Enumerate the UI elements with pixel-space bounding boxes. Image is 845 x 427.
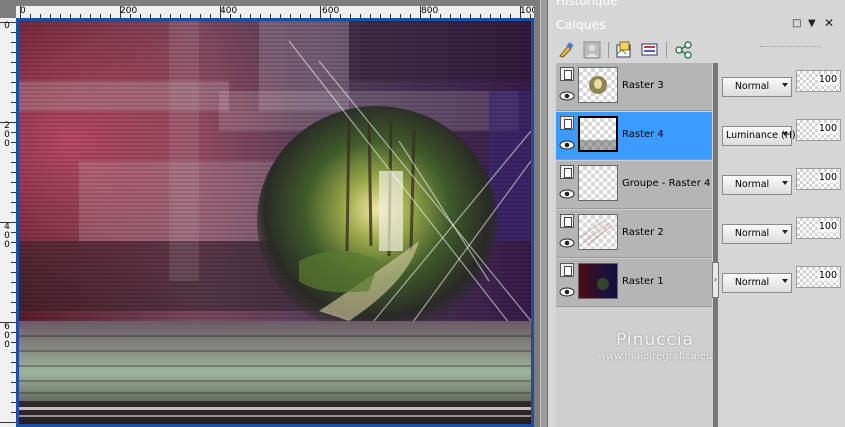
layer-thumbnail: [578, 67, 618, 103]
layer-name[interactable]: Raster 1: [622, 276, 664, 287]
blend-mode-value: Normal: [734, 179, 770, 190]
layer-props-raster-2: Normal 100: [719, 210, 845, 258]
layer-lock-icon[interactable]: [560, 263, 574, 277]
opacity-value: 100: [817, 123, 838, 134]
layer-props-raster-3: Normal 100: [719, 63, 845, 111]
dropdown-arrow-icon: [782, 132, 788, 136]
layer-row-raster-4[interactable]: Raster 4: [556, 112, 712, 160]
ruler-label: 2 0 0: [4, 121, 10, 149]
layer-row-groupe-raster-4[interactable]: Groupe - Raster 4: [556, 161, 712, 209]
dropdown-arrow-icon: [782, 230, 788, 234]
blend-mode-value: Normal: [734, 277, 770, 288]
watermark: Pinuccia www.maidiregrafica.eu: [565, 330, 755, 370]
blend-mode-dropdown[interactable]: Normal: [722, 175, 792, 195]
layer-props-raster-1: Normal 100: [719, 259, 845, 307]
layer-name[interactable]: Raster 3: [622, 80, 664, 91]
opacity-value: 100: [817, 74, 838, 85]
panel-splitter[interactable]: [540, 0, 548, 427]
layer-row-raster-1[interactable]: Raster 1: [556, 259, 712, 307]
ruler-label: 0: [4, 21, 10, 31]
layer-lock-icon[interactable]: [560, 165, 574, 179]
blend-mode-dropdown[interactable]: Normal: [722, 224, 792, 244]
blend-mode-dropdown[interactable]: Normal: [722, 273, 792, 293]
dropdown-arrow-icon: [782, 83, 788, 87]
layer-lock-icon[interactable]: [560, 214, 574, 228]
paint-brush-icon[interactable]: [556, 40, 576, 60]
mask-icon[interactable]: [582, 40, 602, 60]
ruler-label: 400: [220, 6, 238, 16]
layer-thumbnail: [578, 165, 618, 201]
layer-name[interactable]: Groupe - Raster 4: [622, 178, 710, 189]
ruler-tick: [0, 222, 16, 223]
ruler-tick: [220, 6, 221, 18]
ruler-label: 200: [120, 6, 138, 16]
opacity-field[interactable]: 100: [796, 119, 841, 141]
layer-props-groupe-raster-4: Normal 100: [719, 161, 845, 209]
ruler-tick: [0, 422, 16, 423]
link-icon[interactable]: [674, 40, 694, 60]
image-canvas[interactable]: [19, 21, 531, 424]
ruler-tick: [120, 6, 121, 18]
vertical-ruler: 0 2 0 0 4 0 0 6 0 0: [0, 18, 17, 427]
eye-icon[interactable]: [559, 188, 575, 200]
layer-list-scrollbar[interactable]: [713, 63, 718, 427]
palette-header: Calques □ ▼ ✕: [548, 14, 845, 36]
opacity-field[interactable]: 100: [796, 266, 841, 288]
opacity-value: 100: [817, 270, 838, 281]
opacity-value: 100: [817, 221, 838, 232]
layer-list: Raster 3 Raster 4 Groupe - Raster 4 Rast…: [556, 63, 713, 427]
layer-lock-icon[interactable]: [560, 116, 574, 130]
ruler-label: 6 0 0: [4, 322, 10, 350]
toolbar-divider: [666, 42, 667, 58]
ruler-tick: [0, 122, 16, 123]
ruler-tick: [0, 322, 16, 323]
layer-row-raster-3[interactable]: Raster 3: [556, 63, 712, 111]
eye-icon[interactable]: [559, 286, 575, 298]
palette-title: Calques: [556, 17, 606, 32]
toolbar-divider: [608, 42, 609, 58]
dropdown-arrow-icon: [782, 181, 788, 185]
watermark-name: Pinuccia: [616, 330, 694, 350]
layer-props-raster-4: Luminance (H) 100: [719, 112, 845, 160]
blend-mode-dropdown[interactable]: Luminance (H): [722, 126, 796, 146]
layer-name[interactable]: Raster 4: [622, 129, 664, 140]
blend-mode-value: Normal: [734, 228, 770, 239]
layers-toolbar: [548, 38, 845, 62]
eye-icon[interactable]: [559, 90, 575, 102]
toolbar-grip: [760, 46, 820, 51]
artwork-image: [19, 21, 531, 424]
ruler-tick: [420, 6, 421, 18]
dropdown-arrow-icon: [782, 279, 788, 283]
ruler-label: 4 0 0: [4, 222, 10, 250]
layer-properties-icon[interactable]: [640, 40, 660, 60]
layer-thumbnail: [578, 214, 618, 250]
pin-icon[interactable]: □: [792, 18, 801, 29]
layer-properties-column: Normal 100 Luminance (H) 100 Normal 100 …: [719, 63, 845, 427]
layer-thumbnail: [578, 263, 618, 299]
ruler-label: 100: [520, 6, 534, 16]
ruler-tick: [20, 6, 21, 18]
opacity-field[interactable]: 100: [796, 70, 841, 92]
layer-thumbnail: [578, 116, 618, 152]
opacity-field[interactable]: 100: [796, 217, 841, 239]
canvas-workspace: 0 200 400 600 800 100 0 2 0 0 4 0 0 6 0 …: [0, 0, 540, 427]
ruler-tick: [0, 22, 16, 23]
ruler-tick: [320, 6, 321, 18]
history-tab-title[interactable]: Historique: [556, 0, 618, 8]
layer-row-raster-2[interactable]: Raster 2: [556, 210, 712, 258]
opacity-field[interactable]: 100: [796, 168, 841, 190]
eye-icon[interactable]: [559, 139, 575, 151]
blend-mode-dropdown[interactable]: Normal: [722, 77, 792, 97]
blend-mode-value: Normal: [734, 81, 770, 92]
eye-icon[interactable]: [559, 237, 575, 249]
watermark-url: www.maidiregrafica.eu: [597, 351, 713, 362]
opacity-value: 100: [817, 172, 838, 183]
collapse-arrow-icon[interactable]: ›: [712, 262, 719, 298]
new-layer-icon[interactable]: [614, 40, 634, 60]
layer-lock-icon[interactable]: [560, 67, 574, 81]
ruler-tick: [520, 6, 521, 18]
menu-arrow-icon[interactable]: ▼: [808, 18, 816, 29]
close-icon[interactable]: ✕: [824, 16, 834, 30]
layer-name[interactable]: Raster 2: [622, 227, 664, 238]
